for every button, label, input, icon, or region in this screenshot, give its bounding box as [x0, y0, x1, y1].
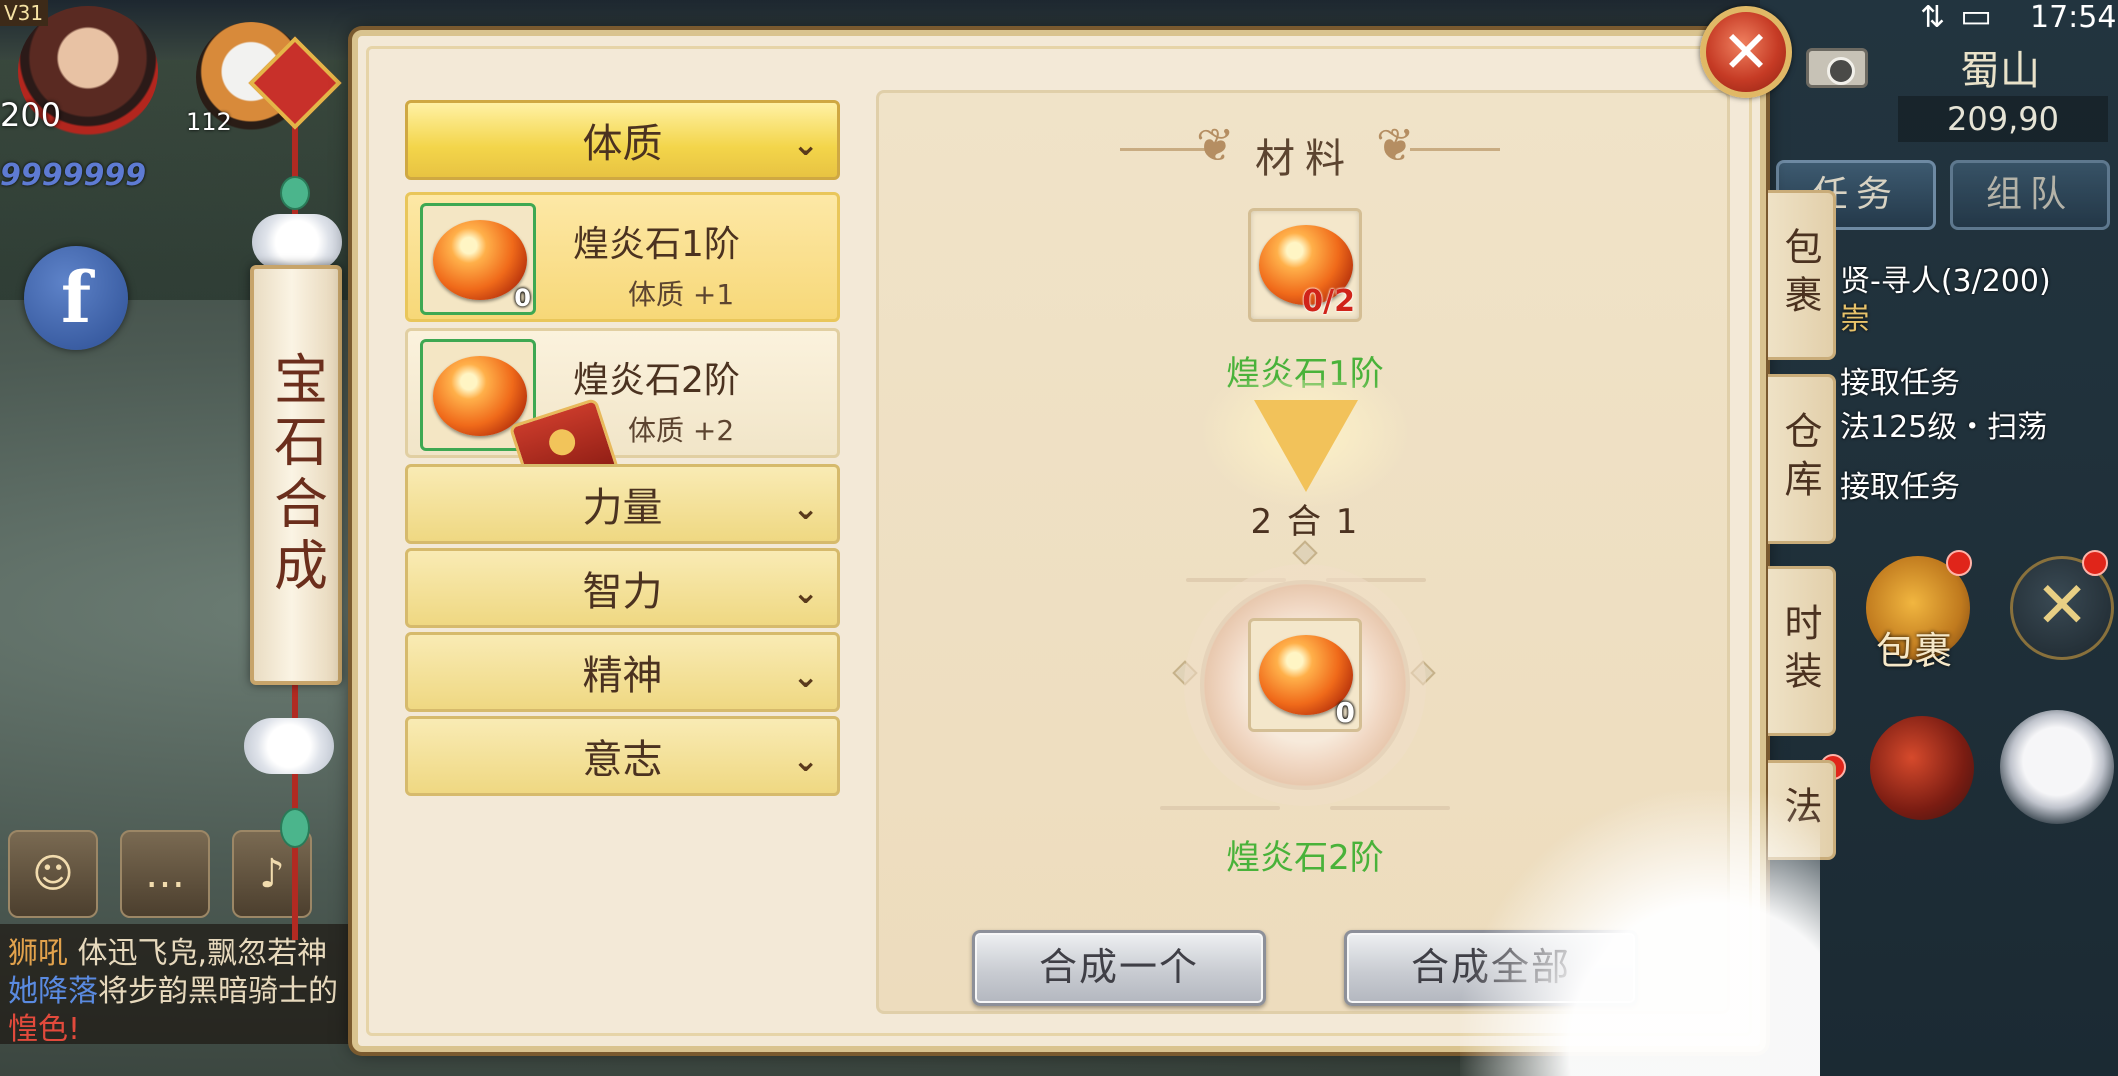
pet-level: 112: [186, 108, 232, 136]
category-label: 精神: [582, 653, 663, 699]
category-will[interactable]: 意志 ⌄: [405, 716, 840, 796]
category-spirit[interactable]: 精神 ⌄: [405, 632, 840, 712]
chat-icon[interactable]: …: [120, 830, 210, 918]
divider: [1410, 148, 1500, 151]
chevron-down-icon: ⌄: [792, 657, 819, 695]
close-icon[interactable]: ✕: [1700, 6, 1792, 98]
camera-icon[interactable]: [1806, 48, 1868, 88]
result-count: 0: [1335, 696, 1355, 729]
window-title-scroll: 宝石合成: [250, 265, 342, 685]
quest-item[interactable]: 法125级・扫荡: [1840, 402, 2047, 446]
wave-ornament: [1330, 806, 1450, 810]
scroll-ornament-icon: ❦: [1196, 118, 1235, 172]
orange-gem-icon: [433, 220, 527, 300]
material-slot[interactable]: 0/2: [1248, 208, 1362, 322]
category-label: 意志: [582, 737, 663, 783]
category-label: 体质: [582, 121, 663, 167]
category-constitution[interactable]: 体质 ⌄: [405, 100, 840, 180]
chat-text: 将步韵黑暗骑士的: [98, 974, 338, 1009]
jade-bead-icon: [280, 176, 310, 210]
cloud-ornament-icon: [252, 214, 342, 270]
chevron-down-icon: ⌄: [792, 125, 819, 163]
vip-badge: V31: [0, 0, 48, 26]
chat-line: 惶色!: [8, 1004, 80, 1048]
notification-dot: [2082, 550, 2108, 576]
wave-ornament: [1160, 806, 1280, 810]
touch-glow-overlay: [1460, 790, 1820, 1076]
gem-item-1[interactable]: 0 煌炎石1阶 体质 +1: [405, 192, 840, 322]
player-gold: 9999999: [0, 158, 147, 193]
battery-icon: ▭: [1960, 0, 1993, 36]
scroll-ornament-icon: ❦: [1376, 118, 1415, 172]
combine-one-button[interactable]: 合成一个: [972, 930, 1266, 1006]
quest-item[interactable]: 接取任务: [1840, 358, 1960, 402]
chat-box[interactable]: 狮吼 体迅飞凫,飘忽若神 她降落将步韵黑暗骑士的 惶色!: [0, 924, 350, 1047]
chat-text: 惶色!: [8, 1012, 81, 1047]
gem-attribute: 体质 +2: [628, 414, 735, 447]
gem-attribute: 体质 +1: [628, 278, 735, 311]
category-intelligence[interactable]: 智力 ⌄: [405, 548, 840, 628]
wave-ornament: [1326, 578, 1426, 582]
side-tab-warehouse[interactable]: 仓库: [1768, 374, 1836, 544]
sword-icon[interactable]: [1870, 716, 1974, 820]
gem-slot: 0: [420, 203, 536, 315]
window-title: 宝石合成: [264, 351, 328, 599]
result-slot[interactable]: 0: [1248, 618, 1362, 732]
chevron-down-icon: ⌄: [792, 741, 819, 779]
side-tab-fashion[interactable]: 时装: [1768, 566, 1836, 736]
friends-icon[interactable]: ☺: [8, 830, 98, 918]
map-coords: 209,90: [1898, 96, 2108, 142]
signal-icon: ⇅: [1920, 0, 1946, 35]
jade-bead-icon: [280, 808, 310, 848]
cat-pet-icon[interactable]: [2000, 710, 2114, 824]
wave-ornament: [1186, 578, 1286, 582]
material-title: 材料: [1255, 136, 1355, 182]
category-label: 智力: [582, 569, 663, 615]
map-name[interactable]: 蜀山: [1960, 38, 2040, 96]
synthesis-ratio: 2 合 1: [1250, 502, 1360, 542]
quest-item[interactable]: 接取任务: [1840, 462, 1960, 506]
chevron-down-icon: ⌄: [792, 573, 819, 611]
category-label: 力量: [582, 485, 663, 531]
arrow-down-icon: [1254, 400, 1358, 492]
gem-count: 0: [514, 284, 531, 312]
notification-dot: [1946, 550, 1972, 576]
chevron-down-icon: ⌄: [792, 489, 819, 527]
bag-label: 包裹: [1876, 629, 1953, 673]
cloud-ornament-icon: [244, 718, 334, 774]
result-name: 煌炎石2阶: [1226, 838, 1384, 878]
gem-name: 煌炎石1阶: [573, 224, 740, 265]
player-power: 200: [0, 96, 62, 134]
facebook-icon[interactable]: f: [24, 246, 128, 350]
material-count: 0/2: [1302, 284, 1355, 319]
quest-item[interactable]: 贤-寻人(3/200): [1840, 256, 2051, 300]
side-tab-bag[interactable]: 包裹: [1768, 190, 1836, 360]
quest-item[interactable]: 崇: [1840, 294, 1870, 338]
category-strength[interactable]: 力量 ⌄: [405, 464, 840, 544]
gem-name: 煌炎石2阶: [573, 360, 740, 401]
tab-team[interactable]: 组队: [1950, 160, 2110, 230]
gem-item-2[interactable]: 1 煌炎石2阶 体质 +2: [405, 328, 840, 458]
clock: 17:54: [2030, 0, 2117, 35]
